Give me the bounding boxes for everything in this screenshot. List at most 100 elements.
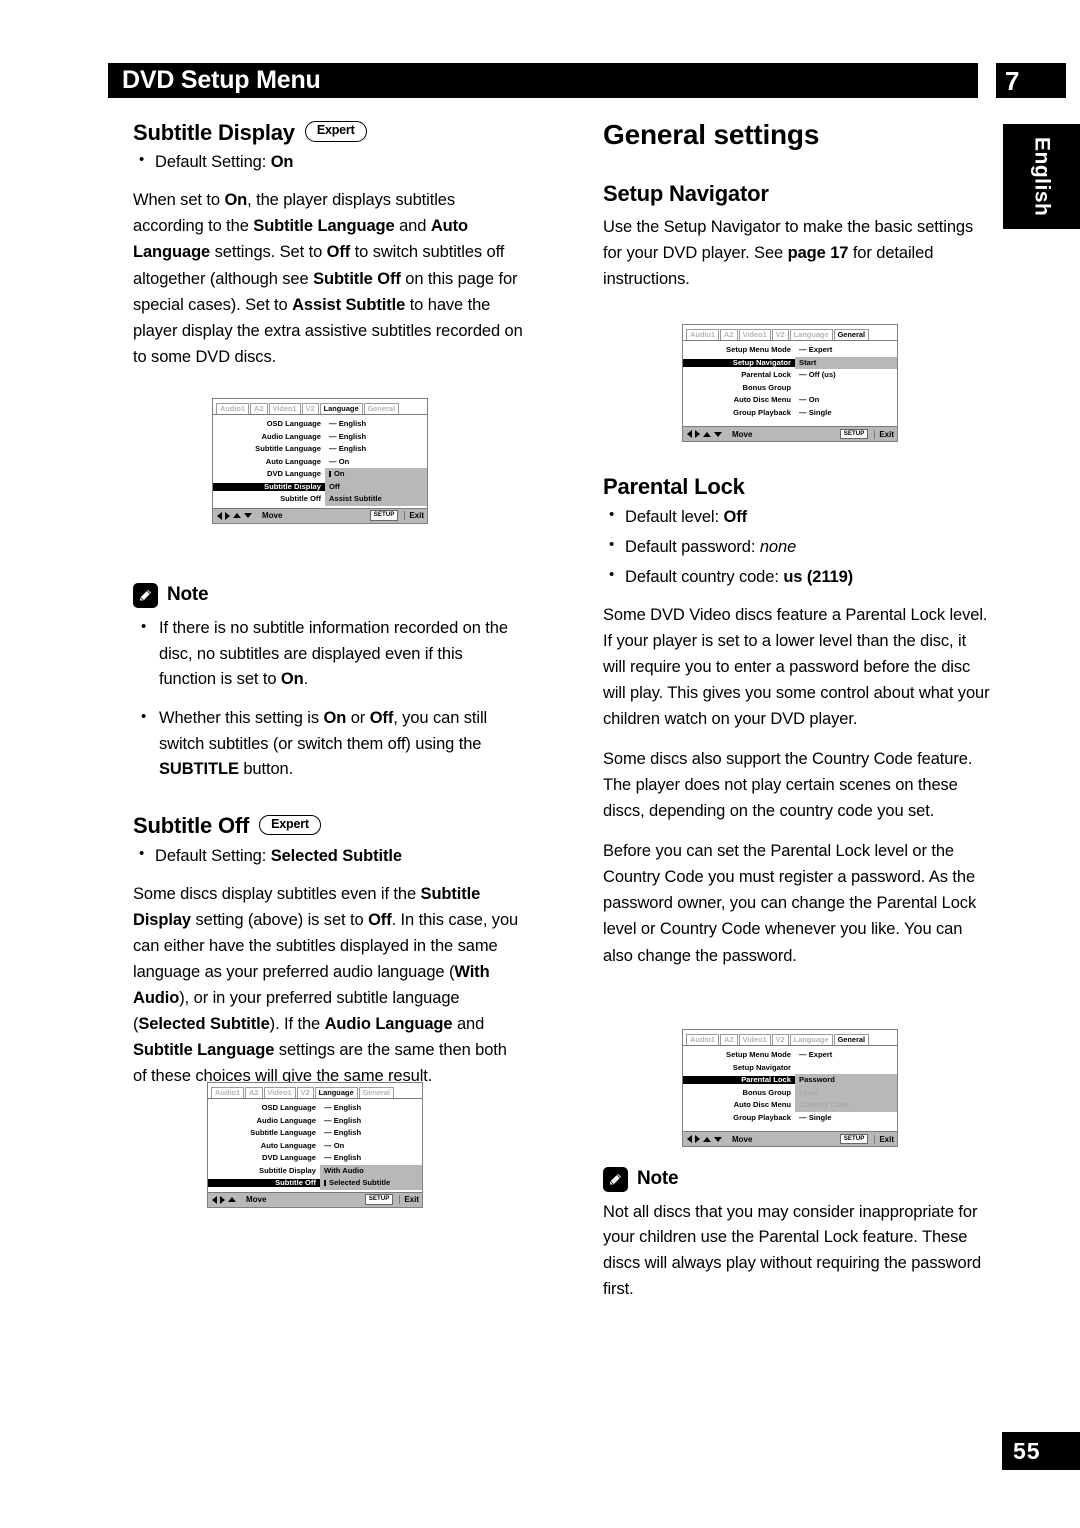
osd-row[interactable]: Auto Language — On [213,456,427,469]
osd-tab-a2[interactable]: A2 [720,328,738,340]
osd-row[interactable]: Auto Disc Menu — On [683,394,897,407]
osd-tab-bar: Audio1 A2 Video1 V2 Language General [683,325,897,340]
osd-tab-a2[interactable]: A2 [720,1033,738,1045]
pencil-icon [133,582,158,608]
osd-row-value: Password [799,1075,835,1085]
osd-tab-a2[interactable]: A2 [245,1086,263,1098]
osd-tab-video1[interactable]: Video1 [263,1086,296,1098]
page-header-bar: DVD Setup Menu [108,63,978,98]
osd-tab-v2[interactable]: V2 [771,1033,789,1045]
arrow-right-icon [695,1135,700,1143]
osd-row-label: Subtitle Display [213,483,325,491]
osd-row[interactable]: Subtitle Off Selected Subtitle [208,1177,422,1190]
osd-row-label: DVD Language [261,1153,316,1163]
osd-row[interactable]: Setup Menu Mode — Expert [683,344,897,357]
osd-row[interactable]: Setup Navigator Start [683,357,897,370]
osd-exit-label[interactable]: Exit [874,429,894,439]
osd-row-label: Auto Language [260,1140,316,1150]
osd-body: OSD Language — English Audio Language — Eng… [208,1098,422,1192]
osd-tab-video1[interactable]: Video1 [738,1033,771,1045]
osd-tab-bar: Audio1 A2 Video1 V2 Language General [213,399,427,414]
osd-row[interactable]: Bonus Group [683,382,897,395]
osd-exit-label[interactable]: Exit [404,511,424,520]
osd-row-label: Setup Navigator [683,359,795,367]
left-column: Subtitle Display Expert Default Setting:… [133,120,523,1208]
osd-setup-button[interactable]: SETUP [839,1133,869,1145]
osd-setup-button[interactable]: SETUP [839,428,869,440]
osd-tab-language[interactable]: Language [789,1033,833,1045]
osd-row[interactable]: Auto Disc Menu Country Code [683,1099,897,1112]
default-setting-label: Default Setting: [155,153,271,172]
osd-exit-label[interactable]: Exit [399,1195,419,1204]
osd-row[interactable]: Subtitle Language — English [213,443,427,456]
osd-row-label: Audio Language [256,1115,316,1125]
arrow-left-icon [687,1135,692,1143]
osd-tab-v2[interactable]: V2 [296,1086,314,1098]
osd-row[interactable]: Setup Navigator [683,1062,897,1075]
osd-tab-audio1[interactable]: Audio1 [686,328,720,340]
osd-setup-button[interactable]: SETUP [369,510,399,521]
osd-subtitle-display: Audio1 A2 Video1 V2 Language General OSD Langu… [212,384,428,524]
osd-row[interactable]: OSD Language — English [208,1102,422,1115]
osd-row[interactable]: Audio Language — English [213,431,427,444]
arrow-left-icon [217,511,222,520]
heading-subtitle-display: Subtitle Display Expert [133,120,523,145]
language-side-tab-label: English [1030,136,1054,217]
osd-row-value: — On [324,1140,345,1150]
osd-row[interactable]: Subtitle Display Off [213,481,427,494]
osd-row-label: Auto Language [265,456,321,466]
osd-tab-audio1[interactable]: Audio1 [216,402,250,414]
osd-row-value: With Audio [324,1165,364,1175]
osd-tab-video1[interactable]: Video1 [268,402,301,414]
osd-row-value: — Expert [799,345,833,355]
default-setting-value-2: Selected Subtitle [270,846,402,865]
osd-tab-v2[interactable]: V2 [771,328,789,340]
osd-row-label: Parental Lock [741,370,791,380]
parental-bullet-level-label: Default level: [625,507,724,526]
osd-row[interactable]: Parental Lock Password [683,1074,897,1087]
osd-exit-label[interactable]: Exit [874,1134,894,1144]
osd-row-value: Off [329,481,340,491]
osd-row-value: Start [799,357,817,367]
osd-row[interactable]: Subtitle Off Assist Subtitle [213,493,427,506]
osd-tab-a2[interactable]: A2 [250,402,268,414]
osd-row-value: — Single [799,407,832,417]
osd-row[interactable]: OSD Language — English [213,418,427,431]
right-column: General settings Setup Navigator Use the… [603,119,993,1303]
osd-row[interactable]: Auto Language — On [208,1140,422,1153]
parental-paragraph-2: Some discs also support the Country Code… [603,750,973,821]
osd-tab-general[interactable]: General [833,328,870,340]
heading-setup-navigator: Setup Navigator [603,181,993,206]
osd-tab-audio1[interactable]: Audio1 [211,1086,245,1098]
osd-subtitle-off: Audio1 A2 Video1 V2 Language General OSD Langu… [207,1068,423,1208]
osd-row[interactable]: Subtitle Display With Audio [208,1165,422,1178]
parental-bullet-password-value: none [759,537,797,556]
osd-tab-general[interactable]: General [833,1033,870,1045]
osd-footer: Move SETUP Exit [208,1191,422,1207]
osd-tab-general[interactable]: General [358,1086,395,1098]
osd-row[interactable]: DVD Language — English [208,1152,422,1165]
osd-tab-language[interactable]: Language [789,328,833,340]
parental-paragraph-3: Before you can set the Parental Lock lev… [603,842,977,965]
osd-tab-language[interactable]: Language [319,402,363,414]
osd-row[interactable]: DVD Language On [213,468,427,481]
osd-row[interactable]: Group Playback — Single [683,1112,897,1125]
osd-tab-v2[interactable]: V2 [301,402,319,414]
osd-tab-language[interactable]: Language [314,1086,358,1098]
osd-row[interactable]: Group Playback — Single [683,407,897,420]
osd-row-label: OSD Language [266,419,321,429]
osd-row[interactable]: Bonus Group Level [683,1087,897,1100]
osd-row[interactable]: Setup Menu Mode — Expert [683,1049,897,1062]
osd-row[interactable]: Audio Language — English [208,1115,422,1128]
osd-row-label: Auto Disc Menu [733,395,791,405]
osd-row[interactable]: Parental Lock — Off (us) [683,369,897,382]
osd-setup-button[interactable]: SETUP [364,1194,394,1205]
osd-footer-move-label: Move [246,1195,267,1204]
setup-navigator-osd: Audio1 A2 Video1 V2 Language General Setup Men… [682,324,898,442]
osd-tab-general[interactable]: General [363,402,400,414]
osd-tab-audio1[interactable]: Audio1 [686,1033,720,1045]
osd-tab-video1[interactable]: Video1 [738,328,771,340]
osd-row[interactable]: Subtitle Language — English [208,1127,422,1140]
osd-row-label: DVD Language [266,469,321,479]
page-number: 55 [1002,1432,1080,1470]
